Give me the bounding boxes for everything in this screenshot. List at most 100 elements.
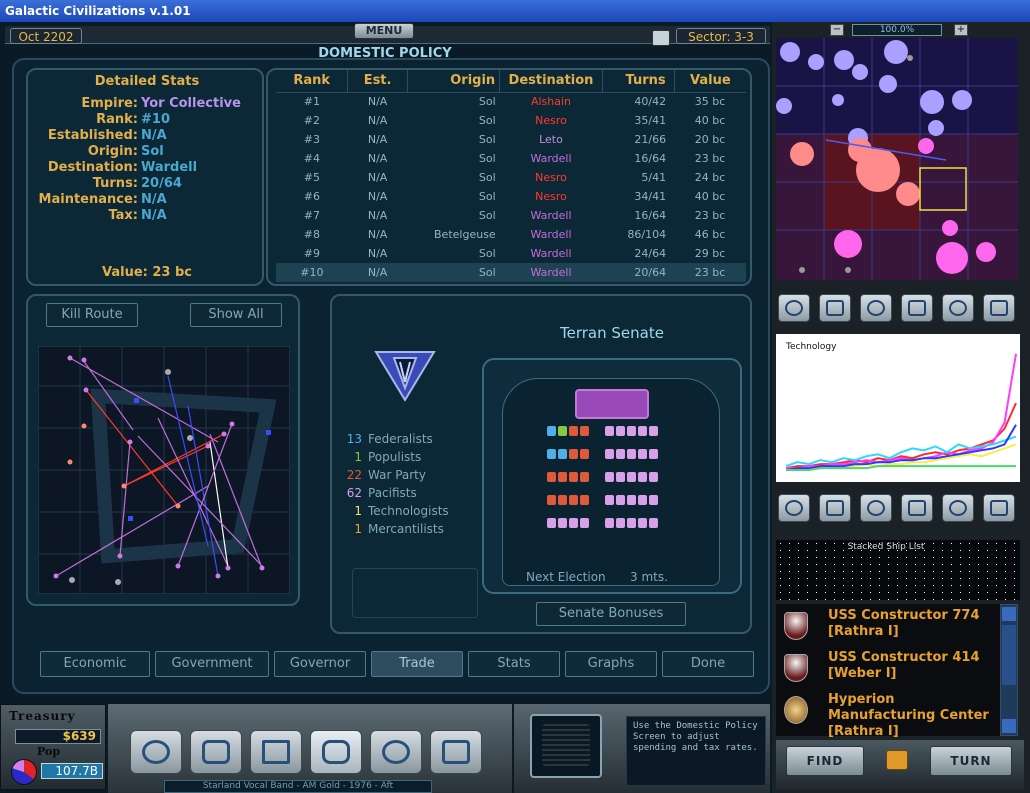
research-button[interactable]	[430, 730, 482, 774]
table-row[interactable]: #1 N/A Sol Alshain 40/42 35 bc	[276, 92, 746, 111]
party-name: Federalists	[368, 432, 433, 446]
stats-value: N/A	[141, 192, 167, 207]
ships-button[interactable]	[250, 730, 302, 774]
senate-seat	[569, 426, 578, 436]
ship-name: USS Constructor 414	[828, 650, 980, 665]
music-ticker[interactable]: Starland Vocal Band - AM Gold - 1976 - A…	[164, 780, 432, 793]
col-turns[interactable]: Turns	[602, 70, 675, 93]
stacked-ship-starfield: Stacked Ship List	[776, 540, 1020, 600]
cell-origin: Sol	[478, 114, 496, 127]
info-advisor-icon[interactable]	[942, 494, 974, 522]
table-row[interactable]: #6 N/A Sol Nesro 34/41 40 bc	[276, 187, 746, 206]
table-row[interactable]: #2 N/A Sol Nesro 35/41 40 bc	[276, 111, 746, 130]
senate-seat	[627, 495, 636, 505]
cell-est: N/A	[367, 209, 388, 222]
galaxy-button[interactable]	[130, 730, 182, 774]
table-row[interactable]: #7 N/A Sol Wardell 16/64 23 bc	[276, 206, 746, 225]
menu-button[interactable]: MENU	[354, 23, 414, 39]
research-advisor-icon[interactable]	[901, 494, 933, 522]
party-count: 62	[346, 486, 362, 500]
senate-seat	[569, 518, 578, 528]
cell-dest: Wardell	[530, 209, 572, 222]
stats-row: Turns: 20/64	[28, 176, 182, 191]
senate-bonuses-button[interactable]: Senate Bonuses	[536, 602, 686, 626]
tab-governor[interactable]: Governor	[274, 651, 366, 677]
view-terrain-icon[interactable]	[860, 294, 892, 322]
col-destination[interactable]: Destination	[499, 70, 603, 93]
table-row[interactable]: #8 N/A Betelgeuse Wardell 86/104 46 bc	[276, 225, 746, 244]
ship-list-scrollbar[interactable]	[1000, 604, 1018, 736]
find-button[interactable]: FIND	[786, 746, 864, 776]
col-origin[interactable]: Origin	[407, 70, 501, 93]
planets-button[interactable]	[190, 730, 242, 774]
col-est[interactable]: Est.	[347, 70, 408, 93]
foreign-button[interactable]	[370, 730, 422, 774]
cell-est: N/A	[367, 114, 388, 127]
galaxy-minimap[interactable]	[776, 38, 1018, 280]
ship-list-item[interactable]: USS Constructor 414 [Weber I]	[776, 648, 1016, 692]
stats-value: N/A	[141, 128, 167, 143]
scroll-up-icon[interactable]	[1002, 607, 1016, 621]
col-value[interactable]: Value	[674, 70, 746, 93]
stats-row: Empire: Yor Collective	[28, 96, 241, 111]
senate-party: 62 Pacifists	[340, 486, 417, 500]
senate-seat	[569, 472, 578, 482]
table-row[interactable]: #4 N/A Sol Wardell 16/64 23 bc	[276, 149, 746, 168]
map-toggle-icon[interactable]	[652, 30, 670, 46]
senate-seat	[558, 495, 567, 505]
tab-done[interactable]: Done	[662, 651, 754, 677]
view-territory-icon[interactable]	[819, 294, 851, 322]
senate-seat	[616, 449, 625, 459]
cell-origin: Sol	[478, 95, 496, 109]
senate-party: 1 Populists	[340, 450, 421, 464]
tab-graphs[interactable]: Graphs	[565, 651, 657, 677]
senate-seat	[649, 472, 658, 482]
cell-rank: #4	[303, 152, 321, 165]
table-row[interactable]: #9 N/A Sol Wardell 24/64 29 bc	[276, 244, 746, 263]
zoom-out-button[interactable]: −	[830, 24, 844, 36]
table-row[interactable]: #3 N/A Sol Leto 21/66 20 bc	[276, 130, 746, 149]
view-stars-icon[interactable]	[778, 294, 810, 322]
turn-button[interactable]: TURN	[930, 746, 1012, 776]
stats-row: Established: N/A	[28, 128, 167, 143]
stats-value: #10	[141, 112, 170, 127]
senate-seat	[605, 472, 614, 482]
ship-list-title: Stacked Ship List	[847, 542, 925, 552]
kill-route-button[interactable]: Kill Route	[46, 303, 138, 327]
tab-government[interactable]: Government	[155, 651, 269, 677]
stats-value: Sol	[141, 144, 164, 159]
domestic-button[interactable]	[310, 730, 362, 774]
ship-list-item[interactable]: USS Constructor 774 [Rathra I]	[776, 606, 1016, 650]
tab-trade[interactable]: Trade	[371, 651, 463, 677]
ship-list-item[interactable]: Hyperion Manufacturing Center [Rathra I]	[776, 690, 1016, 739]
scroll-thumb[interactable]	[1002, 625, 1016, 685]
treasury-panel: Treasury $639 Pop 107.7B	[0, 704, 106, 790]
tab-economic[interactable]: Economic	[40, 651, 150, 677]
zoom-in-button[interactable]: +	[954, 24, 968, 36]
view-home-icon[interactable]	[942, 294, 974, 322]
military-advisor-icon[interactable]	[819, 494, 851, 522]
scroll-down-icon[interactable]	[1002, 719, 1016, 733]
message-icon[interactable]	[886, 750, 908, 770]
advisor-hint-text: Use the Domestic Policy Screen to adjust…	[626, 716, 766, 786]
col-rank[interactable]: Rank	[276, 70, 349, 93]
ship-shield-icon	[784, 612, 808, 640]
tab-stats[interactable]: Stats	[468, 651, 560, 677]
senate-seat	[616, 426, 625, 436]
cell-rank: #9	[303, 247, 321, 260]
party-name: Pacifists	[368, 486, 417, 500]
route-map[interactable]	[38, 346, 290, 594]
senate-seat	[616, 518, 625, 528]
treasury-money: $639	[15, 729, 101, 744]
ship-name: USS Constructor 774	[828, 608, 980, 623]
senate-seat	[616, 472, 625, 482]
table-row[interactable]: #5 N/A Sol Nesro 5/41 24 bc	[276, 168, 746, 187]
view-ships-icon[interactable]	[983, 294, 1015, 322]
cell-turns: 20/64	[634, 266, 667, 279]
trade-advisor-icon[interactable]	[860, 494, 892, 522]
show-all-button[interactable]: Show All	[190, 303, 282, 327]
home-advisor-icon[interactable]	[778, 494, 810, 522]
view-target-icon[interactable]	[901, 294, 933, 322]
leader-advisor-icon[interactable]	[983, 494, 1015, 522]
table-row[interactable]: #10 N/A Sol Wardell 20/64 23 bc	[276, 263, 746, 282]
